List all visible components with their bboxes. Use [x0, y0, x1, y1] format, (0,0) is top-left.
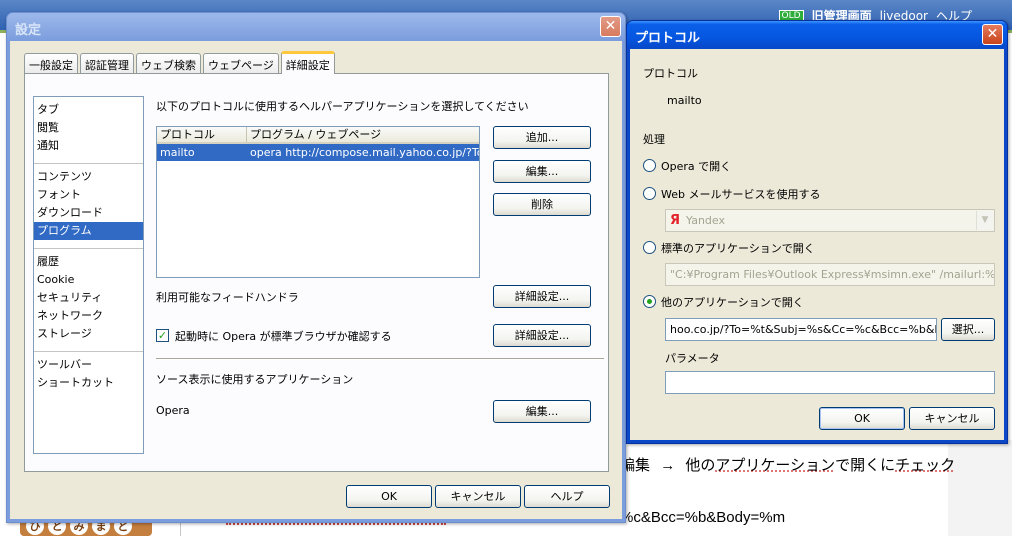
settings-close-button[interactable]: ✕: [600, 16, 621, 37]
column-program[interactable]: プログラム / ウェブページ: [247, 127, 479, 142]
panel-separator: [156, 358, 604, 360]
default-app-label[interactable]: 標準のアプリケーションで開く: [661, 240, 815, 256]
settings-tabs: 一般設定 認証管理 ウェブ検索 ウェブページ 詳細設定: [24, 51, 337, 74]
protocol-description: 以下のプロトコルに使用するヘルパーアプリケーションを選択してください: [156, 100, 529, 113]
column-protocol[interactable]: プロトコル: [157, 127, 247, 142]
protocol-label: プロトコル: [643, 67, 698, 80]
default-app-radio[interactable]: [643, 241, 656, 254]
category-cookies[interactable]: Cookie: [34, 271, 143, 289]
browse-button[interactable]: 選択...: [941, 318, 995, 341]
chevron-down-icon[interactable]: ▼: [976, 211, 993, 230]
category-group: 履歴 Cookie セキュリティ ネットワーク ストレージ: [34, 249, 143, 352]
edit-button[interactable]: 編集...: [493, 160, 591, 183]
source-viewer-edit-button[interactable]: 編集...: [493, 400, 591, 423]
other-app-path-field[interactable]: hoo.co.jp/?To=%t&Subj=%s&Cc=%c&Bcc=%b&Bo…: [665, 318, 937, 341]
default-browser-checkbox[interactable]: ✓: [156, 329, 169, 342]
protocol-ok-button[interactable]: OK: [819, 407, 905, 430]
article-text-line: 編集 → 他のアプリケーションで開くにチェック: [620, 457, 956, 474]
settings-client: 一般設定 認証管理 ウェブ検索 ウェブページ 詳細設定 タブ 閲覧 通知 コンテ…: [10, 41, 622, 519]
protocol-client: プロトコル mailto 処理 Opera で開く Web メールサービスを使用…: [630, 49, 1004, 440]
webmail-service-select[interactable]: Я Yandex ▼: [665, 209, 995, 232]
other-app-radio[interactable]: [643, 295, 656, 308]
category-group: ツールバー ショートカット: [34, 352, 143, 400]
webmail-label[interactable]: Web メールサービスを使用する: [661, 186, 820, 202]
category-toolbars[interactable]: ツールバー: [34, 356, 143, 374]
category-storage[interactable]: ストレージ: [34, 325, 143, 343]
source-viewer-app: Opera: [156, 404, 190, 417]
spellcheck-underline: [226, 523, 446, 525]
parameter-field[interactable]: [665, 371, 995, 394]
category-content[interactable]: コンテンツ: [34, 168, 143, 186]
article-code-line: %c&Bcc=%b&Body=%m: [620, 509, 786, 526]
help-button[interactable]: ヘルプ: [524, 485, 610, 508]
protocol-titlebar[interactable]: プロトコル ✕: [627, 21, 1007, 49]
category-history[interactable]: 履歴: [34, 253, 143, 271]
action-label: 処理: [643, 133, 665, 146]
tab-web-search[interactable]: ウェブ検索: [136, 53, 201, 73]
row-protocol: mailto: [160, 146, 195, 159]
protocol-close-button[interactable]: ✕: [982, 24, 1003, 45]
protocol-table-header: プロトコル プログラム / ウェブページ: [157, 127, 479, 144]
category-notifications[interactable]: 通知: [34, 137, 143, 155]
table-row[interactable]: mailto opera http://compose.mail.yahoo.c…: [157, 144, 479, 161]
settings-title: 設定: [15, 23, 42, 38]
protocol-dialog: プロトコル ✕ プロトコル mailto 処理 Opera で開く Web メー…: [626, 20, 1008, 444]
advanced-category-list[interactable]: タブ 閲覧 通知 コンテンツ フォント ダウンロード プログラム 履歴 Cook…: [33, 96, 144, 454]
row-program: opera http://compose.mail.yahoo.co.jp/?T…: [250, 146, 479, 159]
protocol-cancel-button[interactable]: キャンセル: [909, 407, 995, 430]
cancel-button[interactable]: キャンセル: [435, 485, 521, 508]
default-app-path-field[interactable]: "C:¥Program Files¥Outlook Express¥msimn.…: [665, 263, 995, 286]
feed-handler-label: 利用可能なフィードハンドラ: [156, 291, 299, 304]
category-tabs[interactable]: タブ: [34, 101, 143, 119]
tab-general[interactable]: 一般設定: [24, 53, 78, 73]
advanced-tab-panel: タブ 閲覧 通知 コンテンツ フォント ダウンロード プログラム 履歴 Cook…: [24, 73, 609, 472]
source-viewer-label: ソース表示に使用するアプリケーション: [156, 373, 354, 386]
category-programs[interactable]: プログラム: [34, 222, 143, 240]
webmail-radio[interactable]: [643, 187, 656, 200]
ok-button[interactable]: OK: [346, 485, 432, 508]
default-browser-settings-button[interactable]: 詳細設定...: [493, 324, 591, 347]
other-app-label[interactable]: 他のアプリケーションで開く: [661, 294, 804, 310]
category-browsing[interactable]: 閲覧: [34, 119, 143, 137]
tab-advanced[interactable]: 詳細設定: [280, 51, 335, 74]
open-with-opera-label[interactable]: Opera で開く: [661, 158, 731, 174]
category-downloads[interactable]: ダウンロード: [34, 204, 143, 222]
protocol-value: mailto: [667, 94, 702, 107]
category-fonts[interactable]: フォント: [34, 186, 143, 204]
settings-window: 設定 ✕ 一般設定 認証管理 ウェブ検索 ウェブページ 詳細設定 タブ 閲覧 通…: [6, 12, 626, 523]
category-shortcuts[interactable]: ショートカット: [34, 374, 143, 392]
open-with-opera-radio[interactable]: [643, 159, 656, 172]
parameter-label: パラメータ: [665, 352, 720, 365]
yandex-icon: Я: [670, 213, 681, 228]
add-button[interactable]: 追加...: [493, 126, 591, 149]
category-group: コンテンツ フォント ダウンロード プログラム: [34, 164, 143, 249]
protocol-dialog-title: プロトコル: [635, 31, 701, 46]
delete-button[interactable]: 削除: [493, 193, 591, 216]
category-security[interactable]: セキュリティ: [34, 289, 143, 307]
category-network[interactable]: ネットワーク: [34, 307, 143, 325]
tab-auth[interactable]: 認証管理: [80, 53, 134, 73]
feed-settings-button[interactable]: 詳細設定...: [493, 285, 591, 308]
right-sidebar: [948, 440, 1012, 536]
category-group: タブ 閲覧 通知: [34, 97, 143, 164]
webmail-service-value: Yandex: [686, 214, 725, 227]
settings-titlebar[interactable]: 設定 ✕: [7, 13, 625, 41]
tab-web-page[interactable]: ウェブページ: [203, 53, 279, 73]
protocol-table[interactable]: プロトコル プログラム / ウェブページ mailto opera http:/…: [156, 126, 480, 278]
default-browser-label[interactable]: 起動時に Opera が標準ブラウザか確認する: [175, 328, 392, 344]
